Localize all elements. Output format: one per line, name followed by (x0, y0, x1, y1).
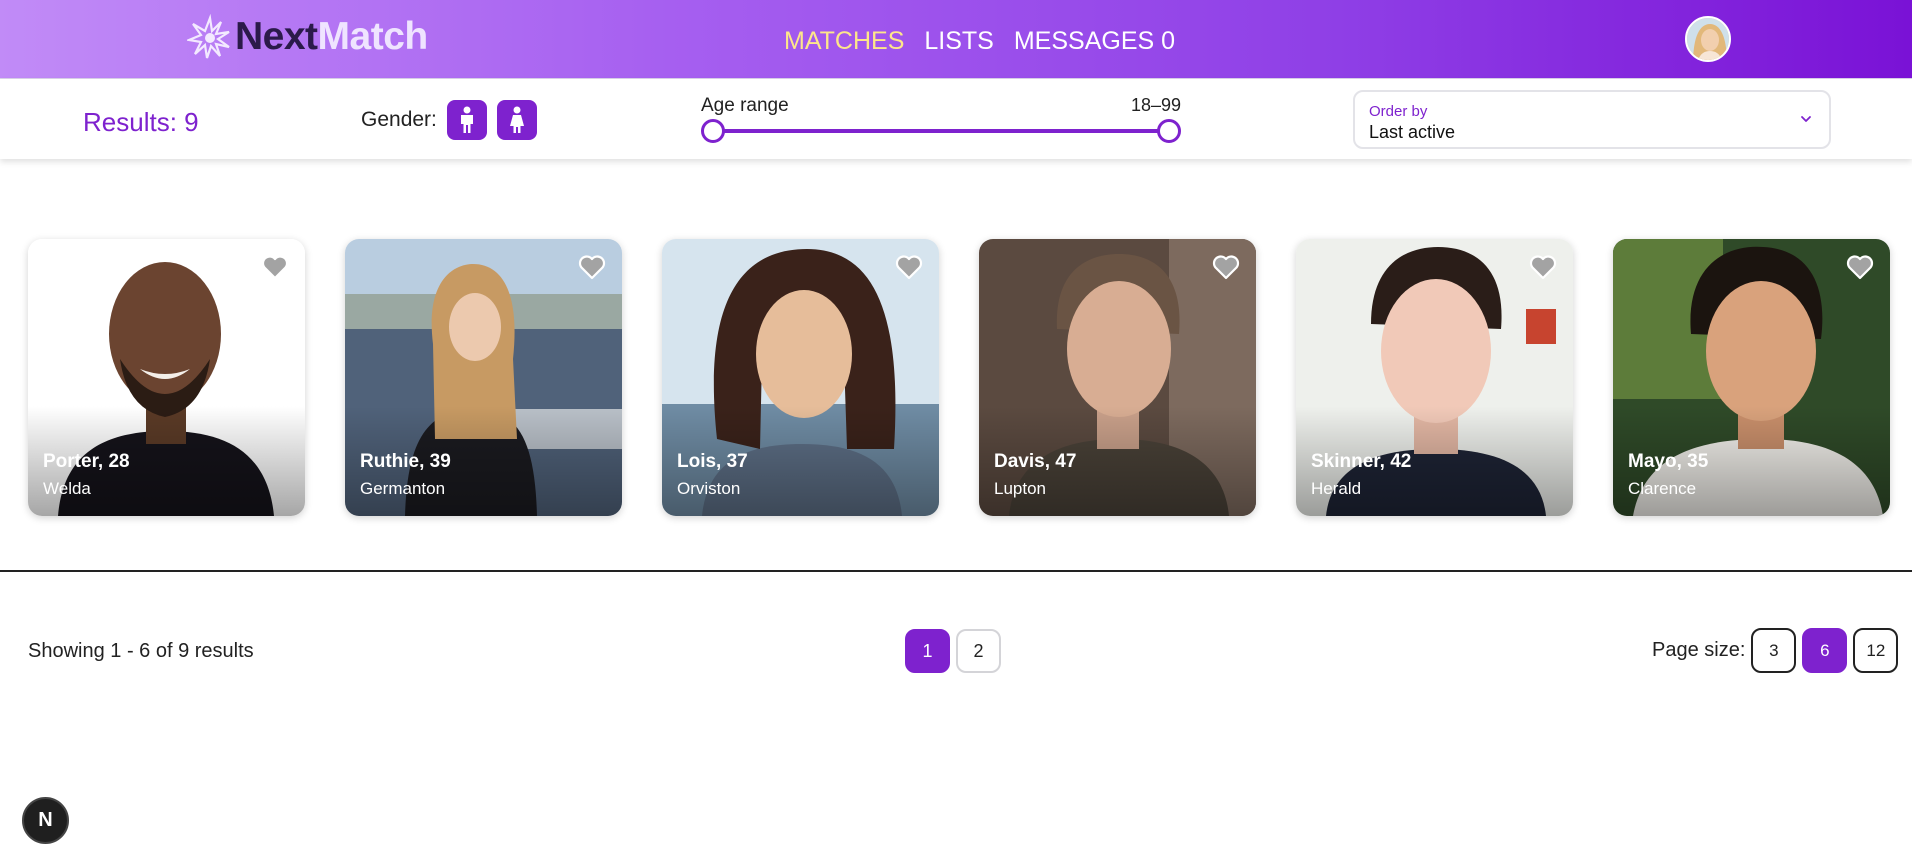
pagination-divider (0, 570, 1912, 572)
member-card[interactable]: Lois, 37 Orviston (662, 239, 939, 516)
age-min-thumb[interactable] (701, 119, 725, 143)
member-name-age: Porter, 28 (43, 451, 130, 472)
age-range-slider: Age range 18–99 (701, 95, 1181, 145)
chevron-down-icon (1801, 116, 1811, 122)
burst-logo-icon (187, 14, 230, 59)
male-icon (460, 106, 473, 133)
results-count: Results: 9 (83, 107, 199, 137)
member-city: Orviston (677, 479, 741, 498)
heart-icon[interactable] (1846, 254, 1874, 280)
gender-female-button[interactable] (496, 100, 537, 140)
nav-messages-link[interactable]: MESSAGES 0 (1014, 25, 1175, 57)
member-name-age: Mayo, 35 (1628, 451, 1709, 472)
heart-icon[interactable] (1212, 254, 1240, 280)
page-button-2[interactable]: 2 (956, 629, 1001, 673)
nav-matches-link[interactable]: MATCHES (784, 25, 904, 57)
heart-icon[interactable] (1529, 254, 1557, 280)
filter-bar: Results: 9 Gender: Age range 18–99 Order… (0, 79, 1912, 159)
page-size-12-button[interactable]: 12 (1853, 628, 1899, 673)
order-by-label: Order by (1369, 103, 1428, 120)
age-range-value: 18–99 (1130, 95, 1181, 115)
member-city: Clarence (1628, 479, 1697, 498)
member-city: Lupton (994, 479, 1046, 498)
member-name-age: Ruthie, 39 (360, 451, 451, 472)
age-range-track[interactable] (713, 129, 1169, 133)
logo[interactable]: NextMatch (187, 14, 428, 60)
top-navbar: NextMatch MATCHES LISTS MESSAGES 0 (0, 0, 1912, 79)
nextjs-devtools-badge[interactable]: N (22, 797, 69, 844)
page-size-3-button[interactable]: 3 (1751, 628, 1797, 673)
avatar-photo (1687, 18, 1729, 60)
nav-lists-link[interactable]: LISTS (924, 25, 993, 57)
member-card[interactable]: Skinner, 42 Herald (1296, 239, 1573, 516)
gender-label: Gender: (361, 108, 437, 131)
gender-male-button[interactable] (446, 100, 487, 140)
logo-text-next: Next (235, 15, 318, 58)
main-nav: MATCHES LISTS MESSAGES 0 (784, 25, 1175, 57)
member-name-age: Davis, 47 (994, 451, 1077, 472)
heart-icon[interactable] (261, 254, 289, 280)
member-name-age: Skinner, 42 (1311, 451, 1412, 472)
heart-icon[interactable] (578, 254, 606, 280)
member-cards-grid: Porter, 28 Welda Ruthie, 39 Germanton Lo… (28, 239, 1890, 516)
member-card[interactable]: Davis, 47 Lupton (979, 239, 1256, 516)
member-city: Germanton (360, 479, 446, 498)
order-by-value: Last active (1369, 122, 1456, 142)
female-icon (509, 106, 524, 133)
page-button-1[interactable]: 1 (905, 629, 950, 673)
page-size-label: Page size: (1652, 639, 1746, 661)
heart-icon[interactable] (895, 254, 923, 280)
member-city: Welda (43, 479, 91, 498)
gender-filter: Gender: (361, 100, 537, 140)
user-avatar[interactable] (1685, 16, 1731, 62)
member-city: Herald (1311, 479, 1362, 498)
logo-text-match: Match (317, 15, 429, 58)
member-name-age: Lois, 37 (677, 451, 748, 472)
order-by-select[interactable]: Order by Last active (1353, 90, 1831, 149)
page-size-selector: Page size: 3 6 12 (1652, 628, 1899, 673)
showing-results-text: Showing 1 - 6 of 9 results (28, 640, 254, 662)
age-max-thumb[interactable] (1157, 119, 1181, 143)
member-card[interactable]: Ruthie, 39 Germanton (345, 239, 622, 516)
page-selector: 1 2 (905, 629, 1001, 673)
member-card[interactable]: Porter, 28 Welda (28, 239, 305, 516)
member-card[interactable]: Mayo, 35 Clarence (1613, 239, 1890, 516)
page-size-6-button[interactable]: 6 (1802, 628, 1848, 673)
age-range-label: Age range (701, 95, 789, 116)
